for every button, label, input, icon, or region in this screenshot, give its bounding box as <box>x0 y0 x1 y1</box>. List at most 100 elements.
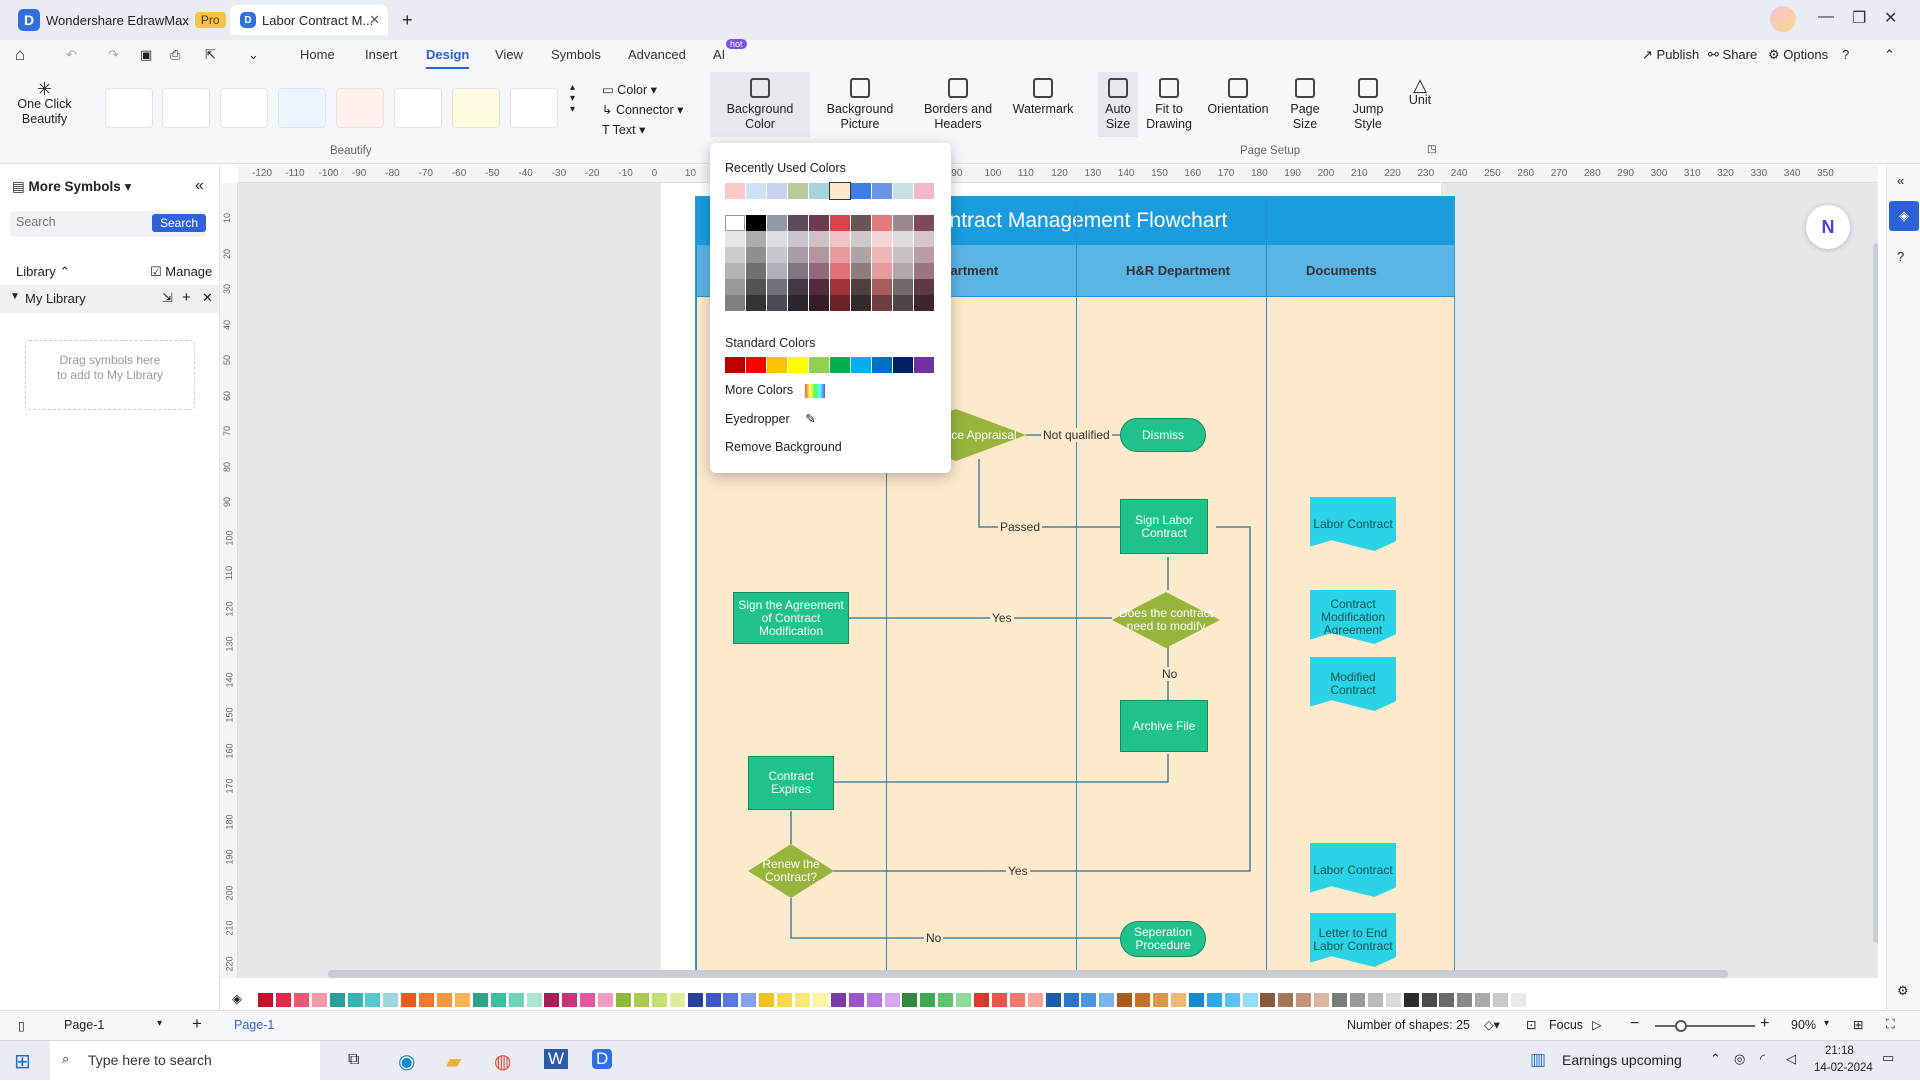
theme-shade-swatch[interactable] <box>851 231 871 247</box>
theme-shade-swatch[interactable] <box>725 295 745 311</box>
theme-style-4[interactable] <box>278 88 326 128</box>
zoom-dropdown-icon[interactable]: ▾ <box>1824 1018 1829 1029</box>
theme-shade-swatch[interactable] <box>788 279 808 295</box>
standard-color-swatch[interactable] <box>767 357 787 373</box>
node-modify-decision[interactable]: Does the contract need to modify <box>1112 592 1220 648</box>
earnings-widget[interactable]: Earnings upcoming <box>1562 1052 1682 1068</box>
palette-swatch[interactable] <box>884 993 900 1007</box>
add-page-icon[interactable]: + <box>192 1014 202 1034</box>
palette-swatch[interactable] <box>741 993 757 1007</box>
palette-swatch[interactable] <box>920 993 936 1007</box>
standard-color-swatch[interactable] <box>725 357 745 373</box>
recent-color-swatch[interactable] <box>851 183 871 199</box>
menu-advanced[interactable]: Advanced <box>628 47 686 62</box>
palette-swatch[interactable] <box>723 993 739 1007</box>
drop-zone[interactable]: Drag symbols here to add to My Library <box>25 340 195 410</box>
palette-swatch[interactable] <box>1421 993 1437 1007</box>
palette-swatch[interactable] <box>419 993 435 1007</box>
palette-swatch[interactable] <box>1135 993 1151 1007</box>
palette-swatch[interactable] <box>1296 993 1312 1007</box>
undo-icon[interactable]: ↶ <box>66 47 77 63</box>
palette-swatch[interactable] <box>795 993 810 1007</box>
palette-swatch[interactable] <box>1475 993 1491 1007</box>
palette-swatch[interactable] <box>777 993 793 1007</box>
theme-shade-swatch[interactable] <box>893 231 913 247</box>
theme-shade-swatch[interactable] <box>809 231 829 247</box>
theme-shade-swatch[interactable] <box>767 279 787 295</box>
palette-swatch[interactable] <box>902 993 918 1007</box>
menu-symbols[interactable]: Symbols <box>551 47 601 62</box>
theme-shade-swatch[interactable] <box>767 295 787 311</box>
palette-swatch[interactable] <box>437 993 452 1007</box>
close-window-icon[interactable]: ✕ <box>1884 8 1897 28</box>
palette-swatch[interactable] <box>1439 993 1455 1007</box>
export-icon[interactable]: ⇱ <box>205 47 216 63</box>
print-icon[interactable]: ⎙ <box>170 47 180 63</box>
theme-shade-swatch[interactable] <box>746 247 766 263</box>
palette-swatch[interactable] <box>1081 993 1097 1007</box>
palette-swatch[interactable] <box>508 993 524 1007</box>
zoom-in-icon[interactable]: + <box>1760 1015 1769 1033</box>
theme-color-swatch[interactable] <box>872 215 892 231</box>
palette-swatch[interactable] <box>1314 993 1330 1007</box>
auto-size-button[interactable]: Auto Size <box>1098 72 1138 137</box>
theme-shade-swatch[interactable] <box>809 247 829 263</box>
customize-icon[interactable]: ⌄ <box>248 47 259 63</box>
minimize-icon[interactable]: — <box>1818 8 1834 26</box>
palette-swatch[interactable] <box>293 993 309 1007</box>
palette-swatch[interactable] <box>598 993 614 1007</box>
theme-shade-swatch[interactable] <box>809 295 829 311</box>
standard-color-swatch[interactable] <box>788 357 808 373</box>
page-panel-icon[interactable]: ▯ <box>18 1018 25 1033</box>
zoom-out-icon[interactable]: − <box>1630 1015 1639 1033</box>
edrawmax-taskbar-icon[interactable]: D <box>592 1049 613 1069</box>
palette-swatch[interactable] <box>580 993 596 1007</box>
theme-style-3[interactable] <box>220 88 268 128</box>
tray-app-icon[interactable]: ◎ <box>1734 1051 1745 1067</box>
theme-style-5[interactable] <box>336 88 384 128</box>
theme-color-swatch[interactable] <box>830 215 850 231</box>
theme-color-swatch[interactable] <box>851 215 871 231</box>
theme-shade-swatch[interactable] <box>725 263 745 279</box>
palette-swatch[interactable] <box>1063 993 1079 1007</box>
help-circle-icon[interactable]: ? <box>1897 249 1904 264</box>
theme-shade-swatch[interactable] <box>746 295 766 311</box>
theme-shade-swatch[interactable] <box>914 295 934 311</box>
unit-button[interactable]: △ Unit <box>1400 76 1440 108</box>
layers-icon[interactable]: ◇▾ <box>1484 1017 1500 1032</box>
palette-swatch[interactable] <box>311 993 327 1007</box>
drawing-canvas[interactable]: Contract Management Flowchart Department… <box>238 183 1878 978</box>
theme-color-swatch[interactable] <box>809 215 829 231</box>
jump-style-button[interactable]: Jump Style <box>1348 78 1388 132</box>
page-tab[interactable]: Page-1 <box>234 1018 274 1032</box>
theme-shade-swatch[interactable] <box>746 263 766 279</box>
theme-shade-swatch[interactable] <box>851 279 871 295</box>
palette-swatch[interactable] <box>1278 993 1294 1007</box>
menu-view[interactable]: View <box>495 47 523 62</box>
fit-page-icon[interactable]: ⊞ <box>1853 1017 1863 1032</box>
fill-bucket-icon[interactable]: ◈ <box>232 991 242 1007</box>
standard-color-swatch[interactable] <box>809 357 829 373</box>
help-icon[interactable]: ? <box>1842 47 1849 62</box>
theme-shade-swatch[interactable] <box>914 279 934 295</box>
palette-swatch[interactable] <box>705 993 721 1007</box>
palette-swatch[interactable] <box>1027 993 1043 1007</box>
theme-style-6[interactable] <box>394 88 442 128</box>
standard-color-swatch[interactable] <box>914 357 934 373</box>
standard-color-swatch[interactable] <box>893 357 913 373</box>
theme-shade-swatch[interactable] <box>767 263 787 279</box>
node-sign-labor-contract[interactable]: Sign Labor Contract <box>1120 499 1208 554</box>
theme-shade-swatch[interactable] <box>809 263 829 279</box>
borders-headers-button[interactable]: Borders and Headers <box>918 78 998 132</box>
theme-color-swatch[interactable] <box>746 215 766 231</box>
dialog-launcher-icon[interactable]: ◳ <box>1427 144 1436 155</box>
task-view-icon[interactable]: ⧉ <box>348 1051 359 1069</box>
palette-swatch[interactable] <box>830 993 846 1007</box>
palette-swatch[interactable] <box>1117 993 1133 1007</box>
theme-color-swatch[interactable] <box>914 215 934 231</box>
node-renew-decision[interactable]: Renew the Contract? <box>748 844 834 898</box>
palette-swatch[interactable] <box>1099 993 1115 1007</box>
theme-shade-swatch[interactable] <box>788 295 808 311</box>
menu-ai[interactable]: AI <box>713 47 725 62</box>
palette-swatch[interactable] <box>1242 993 1258 1007</box>
